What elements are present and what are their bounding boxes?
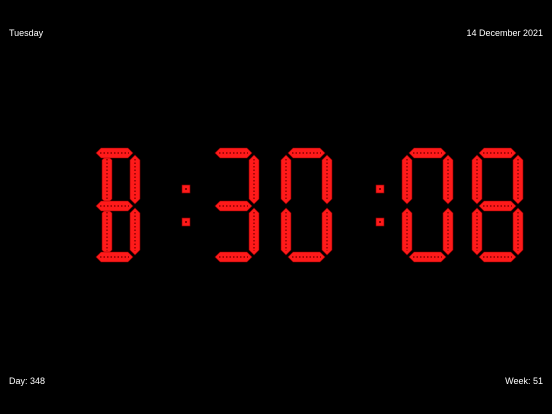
day-of-year-label: Day: 348 [9,376,46,386]
clock-segment-b [101,154,113,205]
clock-segment-f [280,154,292,205]
clock-digit [471,147,524,263]
clock-colon-dot-center [185,221,187,223]
clock-colon [181,184,191,227]
clock-digit [280,147,333,263]
clock-digit [214,147,260,263]
clock-colon [375,184,385,227]
clock-colon-dot-center [379,188,381,190]
clock-segment-f [401,154,413,205]
week-number-label: Week: 51 [505,376,543,386]
clock-segment-b [442,154,454,205]
clock-segment-b [512,154,524,205]
clock-digit [401,147,454,263]
clock-segment-b [129,154,141,205]
clock-segment-b [321,154,333,205]
digital-clock-display [95,147,524,263]
clock-colon-dot-center [379,221,381,223]
clock-colon-dot-center [185,188,187,190]
clock-segment-b [248,154,260,205]
clock-segment-f [471,154,483,205]
